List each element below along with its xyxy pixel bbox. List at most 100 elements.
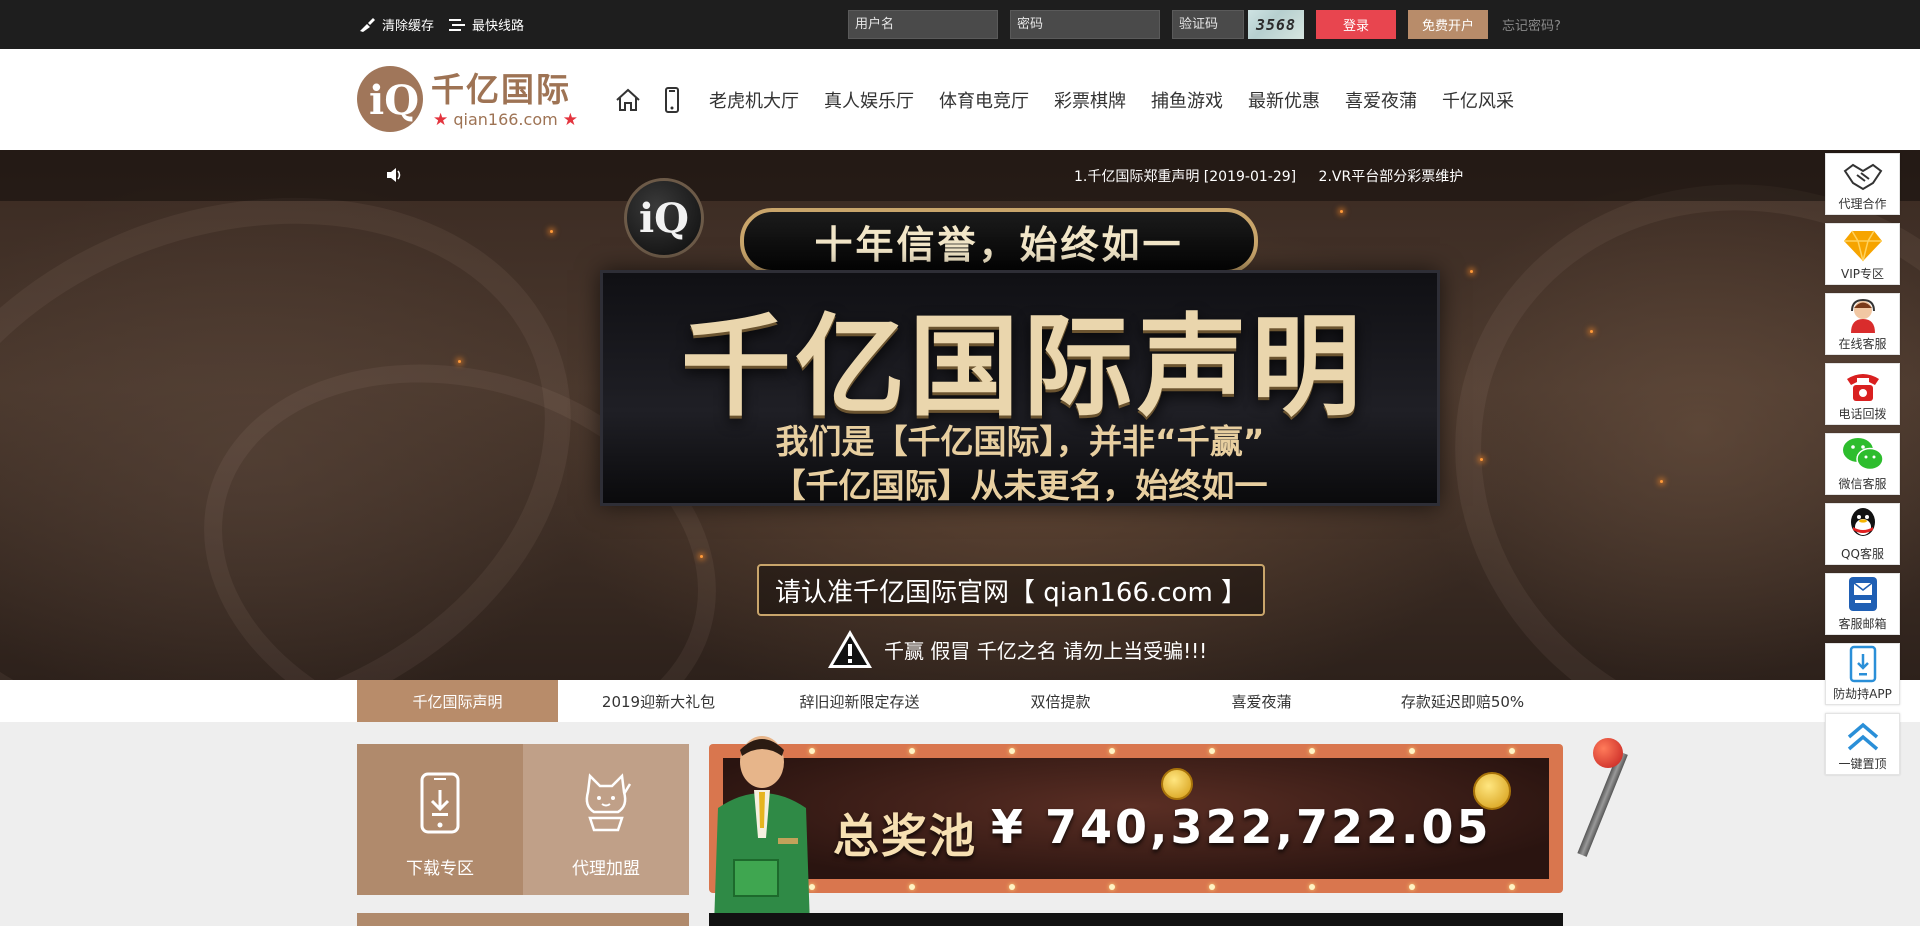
home-icon[interactable] [613,85,643,115]
float-label: 一键置顶 [1838,757,1887,771]
tab-nightlife[interactable]: 喜爱夜蒲 [1161,680,1362,722]
forgot-password-link[interactable]: 忘记密码? [1502,15,1561,34]
logo-emblem: iQ [357,66,423,132]
captcha-image[interactable]: 3568 [1248,10,1304,39]
content-strip-right [709,913,1563,926]
banner-spark [700,555,703,558]
hero-warning-text: 千赢 假冒 千亿之名 请勿上当受骗!!! [884,638,1208,663]
float-label: 在线客服 [1838,337,1887,351]
hero-subtitle-line-2: 【千亿国际】从未更名，始终如一 [772,466,1268,505]
agent-tile[interactable]: 代理加盟 [523,744,689,895]
nav-fishing[interactable]: 捕鱼游戏 [1151,87,1223,113]
marquee-bulb [1309,748,1315,754]
float-label: 代理合作 [1838,197,1887,211]
float-phone-callback[interactable]: 电话回拨 [1825,363,1900,425]
marquee-bulb [1309,884,1315,890]
clear-cache-link[interactable]: 清除缓存 [358,15,434,34]
notice-item[interactable]: 2.VR平台部分彩票维护 [1319,169,1464,185]
tab-limited-deposit[interactable]: 辞旧迎新限定存送 [759,680,960,722]
hero-official-url: 请认准千亿国际官网【 qian166.com 】 [757,564,1265,616]
hero-logo-emblem: iQ [624,178,704,258]
float-qq-service[interactable]: QQ客服 [1825,503,1900,565]
banner-spark [1470,270,1473,273]
diamond-icon [1843,230,1882,262]
float-label: QQ客服 [1841,547,1884,561]
customer-service-icon [1850,298,1875,333]
login-form: 3568 登录 免费开户 忘记密码? [848,9,1561,40]
download-tile-label: 下载专区 [406,859,474,879]
float-wechat-service[interactable]: 微信客服 [1825,433,1900,495]
float-service-mailbox[interactable]: 客服邮箱 [1825,573,1900,635]
float-back-to-top[interactable]: 一键置顶 [1825,713,1900,775]
password-input[interactable] [1010,10,1160,39]
hero-slogan: 十年信誉，始终如一 [740,208,1258,274]
logo-domain: ★ qian166.com ★ [433,110,579,130]
app-download-icon [1849,645,1876,683]
float-app-download[interactable]: 防劫持APP [1825,643,1900,705]
logo-domain-text: qian166.com [453,110,558,129]
nav-lottery[interactable]: 彩票棋牌 [1054,87,1126,113]
banner-spark [1590,330,1593,333]
jackpot-label: 总奖池 [833,809,977,863]
mobile-phone-icon[interactable] [657,85,687,115]
marquee-bulb [1109,884,1115,890]
float-label: 客服邮箱 [1838,617,1887,631]
back-to-top-icon [1847,722,1878,751]
hero-subtitle: 我们是【千亿国际】，并非“千赢” 【千亿国际】从未更名，始终如一 [700,420,1340,508]
speaker-icon[interactable] [385,166,403,184]
fastest-route-label: 最快线路 [472,19,525,34]
hero-banner[interactable]: 1.千亿国际郑重声明 [2019-01-29] 2.VR平台部分彩票维护 iQ … [0,150,1920,680]
banner-spark [1340,210,1343,213]
nav-gallery[interactable]: 千亿风采 [1442,87,1514,113]
jackpot-banner[interactable]: 总奖池 ¥ 740,322,722.05 [709,744,1563,893]
tycoon-mascot-icon [714,736,810,926]
marquee-bulb [1009,884,1015,890]
download-tile[interactable]: 下载专区 [357,744,523,895]
marquee-bulb [909,884,915,890]
marquee-bulb [1109,748,1115,754]
site-header: iQ 千亿国际 ★ qian166.com ★ 老虎机大厅 真人娱乐厅 体育电竞… [0,49,1920,150]
content-strip-left [357,913,689,926]
floating-service-menu: 代理合作 VIP专区 在线客服 电话回拨 微信客服 QQ客服 客服邮箱 防劫持A… [1825,153,1900,783]
top-bar: 清除缓存 最快线路 3568 登录 免费开户 忘记密码? [0,0,1920,49]
promo-tabs: 千亿国际声明 2019迎新大礼包 辞旧迎新限定存送 双倍提款 喜爱夜蒲 存款延迟… [0,680,1920,722]
register-button[interactable]: 免费开户 [1408,10,1488,39]
slot-lever-knob [1593,738,1623,768]
marquee-bulb [1409,884,1415,890]
float-online-service[interactable]: 在线客服 [1825,293,1900,355]
tab-double-withdrawal[interactable]: 双倍提款 [960,680,1161,722]
banner-spark [1480,458,1483,461]
float-vip[interactable]: VIP专区 [1825,223,1900,285]
nav-slots[interactable]: 老虎机大厅 [709,87,799,113]
main-nav: 老虎机大厅 真人娱乐厅 体育电竞厅 彩票棋牌 捕鱼游戏 最新优惠 喜爱夜蒲 千亿… [613,49,1539,150]
tab-new-year-gift[interactable]: 2019迎新大礼包 [558,680,759,722]
promo-tab-row: 千亿国际声明 2019迎新大礼包 辞旧迎新限定存送 双倍提款 喜爱夜蒲 存款延迟… [357,680,1563,722]
banner-spark [1660,480,1663,483]
marquee-bulb [909,748,915,754]
site-logo[interactable]: iQ 千亿国际 ★ qian166.com ★ [357,63,589,135]
notice-bar: 1.千亿国际郑重声明 [2019-01-29] 2.VR平台部分彩票维护 [0,150,1920,201]
nav-live-casino[interactable]: 真人娱乐厅 [824,87,914,113]
banner-spark [550,230,553,233]
marquee-bulb [1409,748,1415,754]
float-label: VIP专区 [1841,267,1884,281]
tab-deposit-delay[interactable]: 存款延迟即赔50% [1362,680,1563,722]
notice-marquee: 1.千亿国际郑重声明 [2019-01-29] 2.VR平台部分彩票维护 [1074,166,1481,186]
float-agent-cooperation[interactable]: 代理合作 [1825,153,1900,215]
nav-sports[interactable]: 体育电竞厅 [939,87,1029,113]
fastest-route-link[interactable]: 最快线路 [448,15,524,34]
marquee-bulb [1209,884,1215,890]
logo-name: 千亿国际 [431,70,571,109]
coin-icon [1161,768,1193,800]
mailbox-icon [1848,577,1877,611]
nav-nightlife[interactable]: 喜爱夜蒲 [1345,87,1417,113]
captcha-input[interactable] [1172,10,1244,39]
float-label: 微信客服 [1838,477,1887,491]
login-button[interactable]: 登录 [1316,10,1396,39]
lucky-cat-icon [585,773,632,832]
notice-item[interactable]: 1.千亿国际郑重声明 [2019-01-29] [1074,169,1296,185]
nav-promotions[interactable]: 最新优惠 [1248,87,1320,113]
tab-statement[interactable]: 千亿国际声明 [357,680,558,722]
username-input[interactable] [848,10,998,39]
warning-icon [828,630,872,668]
